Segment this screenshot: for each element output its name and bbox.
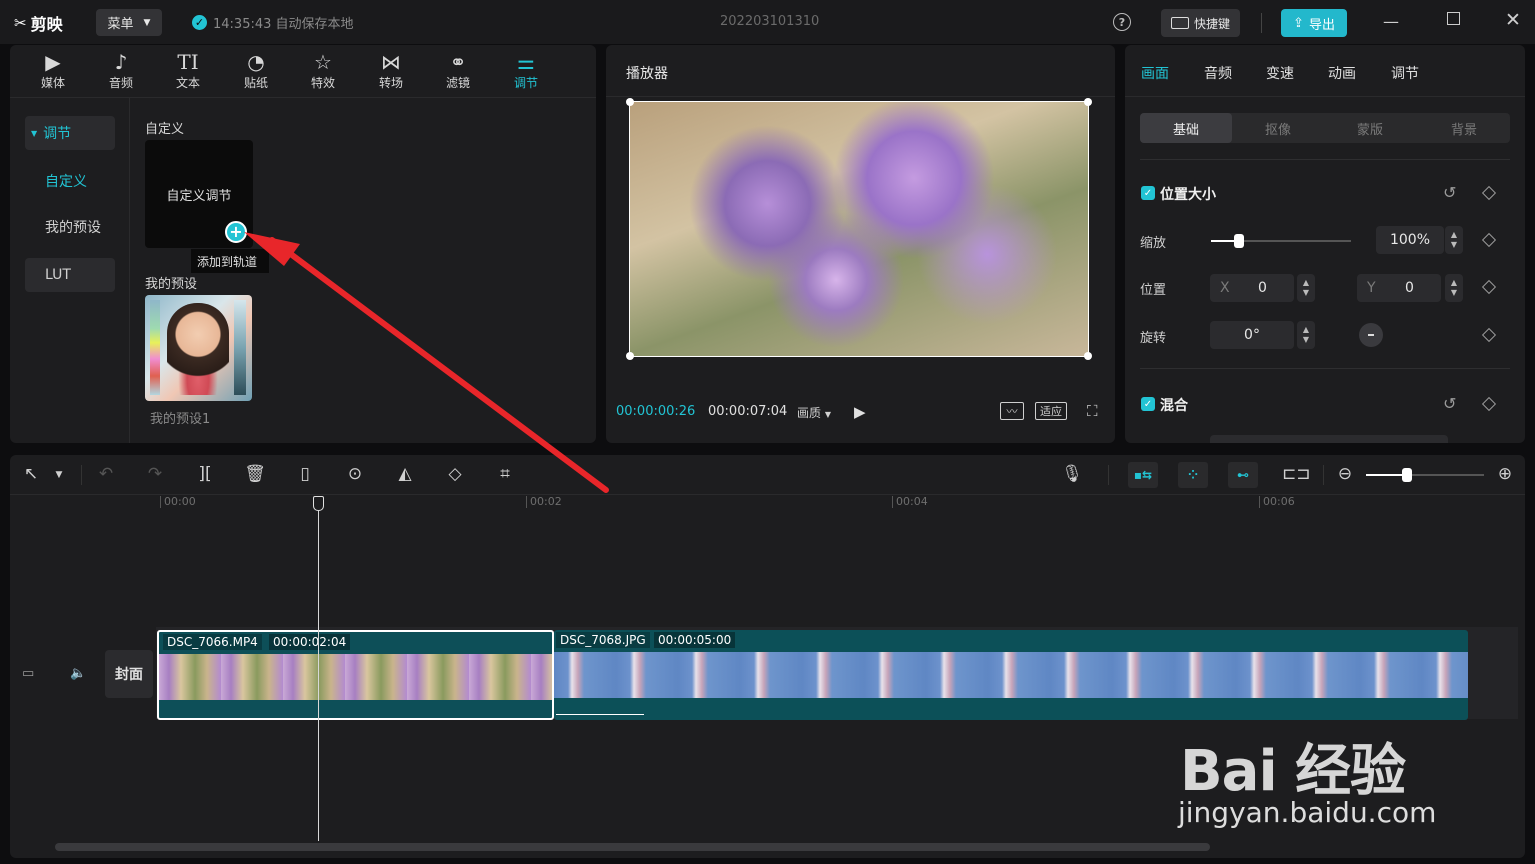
watermark-url: jingyan.baidu.com: [1178, 796, 1437, 829]
watermark-logo: Bai 经验: [1180, 739, 1406, 804]
